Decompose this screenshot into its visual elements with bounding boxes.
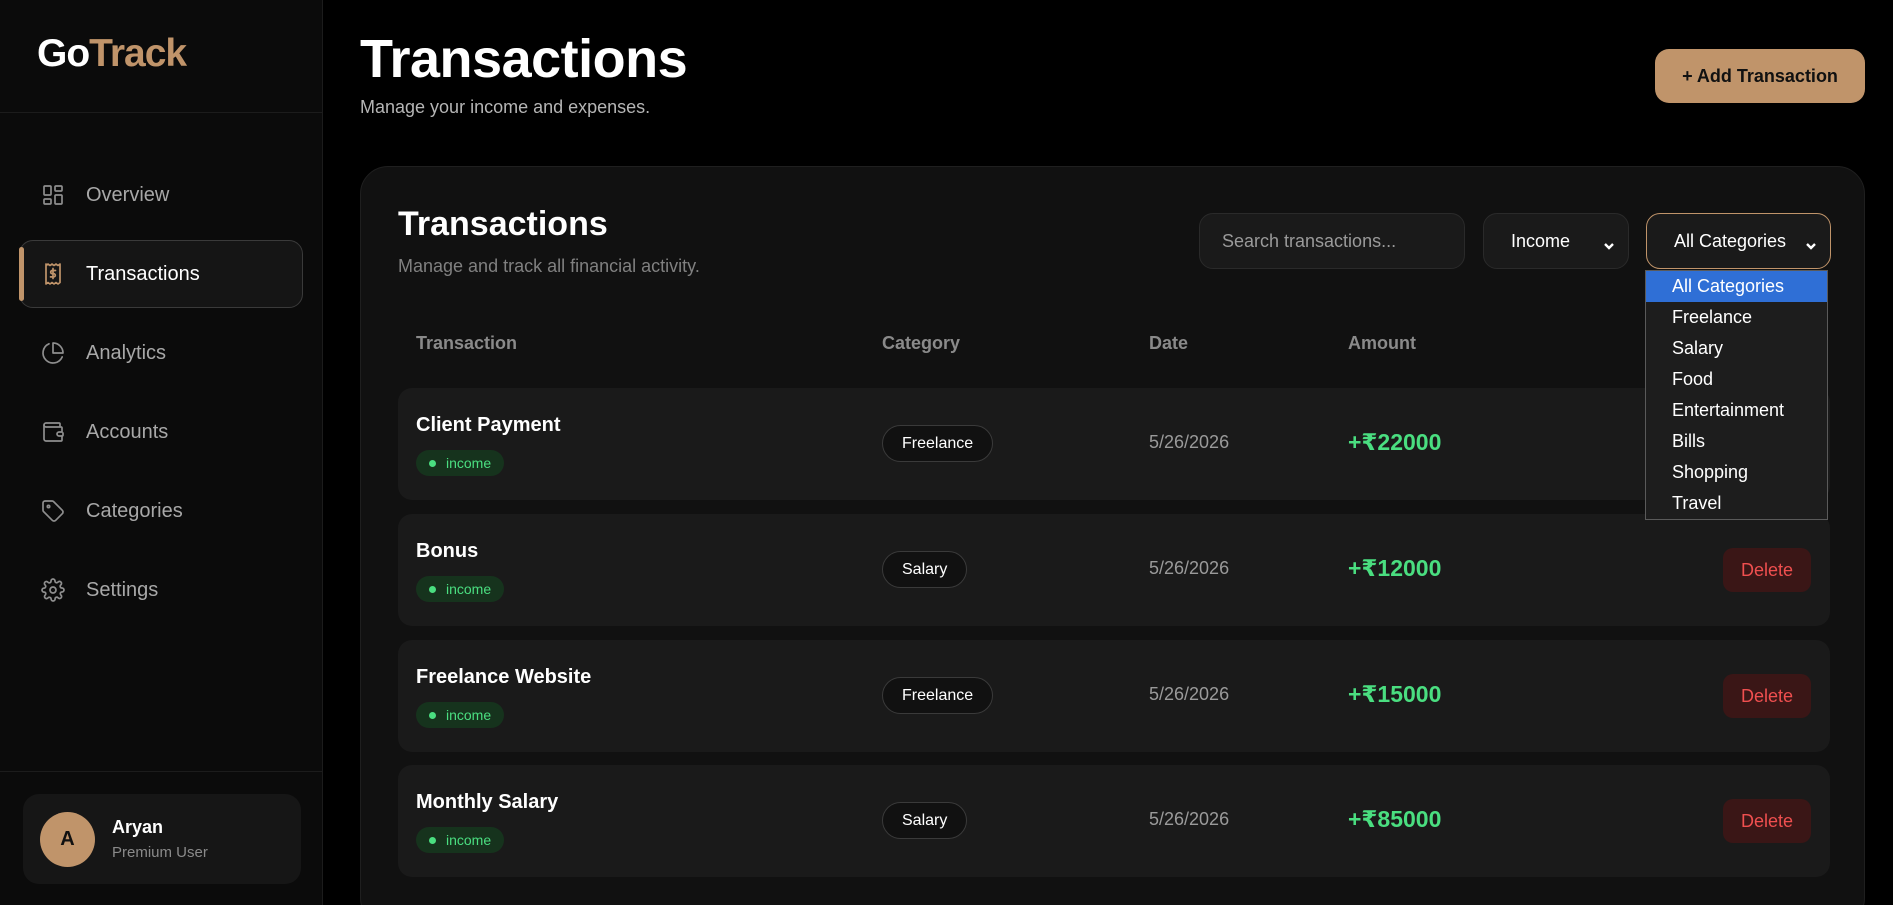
sidebar-item-overview[interactable]: Overview <box>19 161 303 229</box>
pie-chart-icon <box>41 341 65 365</box>
transaction-date: 5/26/2026 <box>1149 558 1230 578</box>
sidebar-item-categories[interactable]: Categories <box>19 477 303 545</box>
table-row[interactable]: Client Payment income Freelance 5/26/202… <box>398 388 1830 500</box>
delete-button[interactable]: Delete <box>1723 674 1811 718</box>
header-amount: Amount <box>1348 333 1416 353</box>
type-badge: income <box>416 827 505 853</box>
sidebar-item-label: Analytics <box>86 341 167 364</box>
logo-part-go: Go <box>37 32 90 75</box>
card-title: Transactions <box>398 205 608 243</box>
table-row[interactable]: Bonus income Salary 5/26/2026 +₹12000 De… <box>398 514 1830 626</box>
avatar: A <box>40 811 95 867</box>
delete-button[interactable]: Delete <box>1723 799 1811 843</box>
category-option-salary[interactable]: Salary <box>1646 333 1827 364</box>
category-option-all[interactable]: All Categories <box>1646 271 1827 302</box>
sidebar-item-label: Categories <box>86 499 183 522</box>
user-profile-card[interactable]: A Aryan Premium User <box>23 794 301 884</box>
search-input[interactable] <box>1199 213 1465 269</box>
transaction-amount: +₹85000 <box>1348 806 1442 832</box>
chevron-down-icon <box>1603 236 1615 250</box>
header-category: Category <box>882 333 961 353</box>
category-option-freelance[interactable]: Freelance <box>1646 302 1827 333</box>
table-row[interactable]: Monthly Salary income Salary 5/26/2026 +… <box>398 765 1830 877</box>
category-chip: Freelance <box>882 425 994 462</box>
type-filter-select[interactable]: Income <box>1483 213 1629 269</box>
app-logo[interactable]: GoTrack <box>0 0 322 113</box>
transactions-card: Transactions Manage and track all financ… <box>360 166 1865 905</box>
category-chip: Freelance <box>882 677 994 714</box>
transaction-name: Monthly Salary <box>416 791 559 813</box>
logo-part-track: Track <box>89 32 187 75</box>
category-dropdown-list: All Categories Freelance Salary Food Ent… <box>1645 270 1828 520</box>
transaction-amount: +₹15000 <box>1348 681 1442 707</box>
tag-icon <box>41 499 65 523</box>
sidebar-item-transactions[interactable]: Transactions <box>19 240 303 308</box>
header-date: Date <box>1149 333 1189 353</box>
page-subtitle: Manage your income and expenses. <box>360 97 651 117</box>
category-chip: Salary <box>882 802 968 839</box>
category-chip: Salary <box>882 551 968 588</box>
category-option-shopping[interactable]: Shopping <box>1646 457 1827 488</box>
transaction-date: 5/26/2026 <box>1149 684 1230 704</box>
wallet-icon <box>41 420 65 444</box>
type-badge: income <box>416 576 505 602</box>
sidebar-item-label: Overview <box>86 183 170 206</box>
transaction-date: 5/26/2026 <box>1149 432 1230 452</box>
category-filter-value: All Categories <box>1674 230 1787 251</box>
receipt-dollar-icon <box>41 262 65 286</box>
chevron-down-icon <box>1805 236 1817 250</box>
category-option-bills[interactable]: Bills <box>1646 426 1827 457</box>
user-area: A Aryan Premium User <box>0 771 323 905</box>
user-name: Aryan <box>112 817 164 837</box>
gear-icon <box>41 578 65 602</box>
transaction-amount: +₹22000 <box>1348 429 1442 455</box>
sidebar-nav: Overview Transactions Analytics Accounts… <box>0 113 322 624</box>
user-role: Premium User <box>112 844 208 861</box>
table-header: Transaction Category Date Amount <box>361 333 1864 363</box>
category-option-food[interactable]: Food <box>1646 364 1827 395</box>
sidebar-item-accounts[interactable]: Accounts <box>19 398 303 466</box>
card-subtitle: Manage and track all financial activity. <box>398 256 700 276</box>
add-transaction-button[interactable]: + Add Transaction <box>1655 49 1865 103</box>
type-badge: income <box>416 450 505 476</box>
sidebar-item-label: Transactions <box>86 262 200 285</box>
transaction-name: Freelance Website <box>416 666 592 688</box>
type-filter-value: Income <box>1511 230 1571 251</box>
delete-button[interactable]: Delete <box>1723 548 1811 592</box>
sidebar-item-settings[interactable]: Settings <box>19 556 303 624</box>
transaction-name: Client Payment <box>416 414 561 436</box>
page-title: Transactions <box>360 29 688 89</box>
transaction-name: Bonus <box>416 540 479 562</box>
user-info: Aryan Premium User <box>112 817 208 861</box>
grid-icon <box>41 183 65 207</box>
sidebar-item-label: Settings <box>86 578 159 601</box>
transaction-amount: +₹12000 <box>1348 555 1442 581</box>
category-option-entertainment[interactable]: Entertainment <box>1646 395 1827 426</box>
category-option-travel[interactable]: Travel <box>1646 488 1827 519</box>
sidebar-item-analytics[interactable]: Analytics <box>19 319 303 387</box>
category-filter-select[interactable]: All Categories <box>1646 213 1831 269</box>
type-badge: income <box>416 702 505 728</box>
header-transaction: Transaction <box>416 333 518 353</box>
sidebar: GoTrack Overview Transactions Analytics … <box>0 0 323 905</box>
transaction-date: 5/26/2026 <box>1149 809 1230 829</box>
sidebar-item-label: Accounts <box>86 420 169 443</box>
table-row[interactable]: Freelance Website income Freelance 5/26/… <box>398 640 1830 752</box>
